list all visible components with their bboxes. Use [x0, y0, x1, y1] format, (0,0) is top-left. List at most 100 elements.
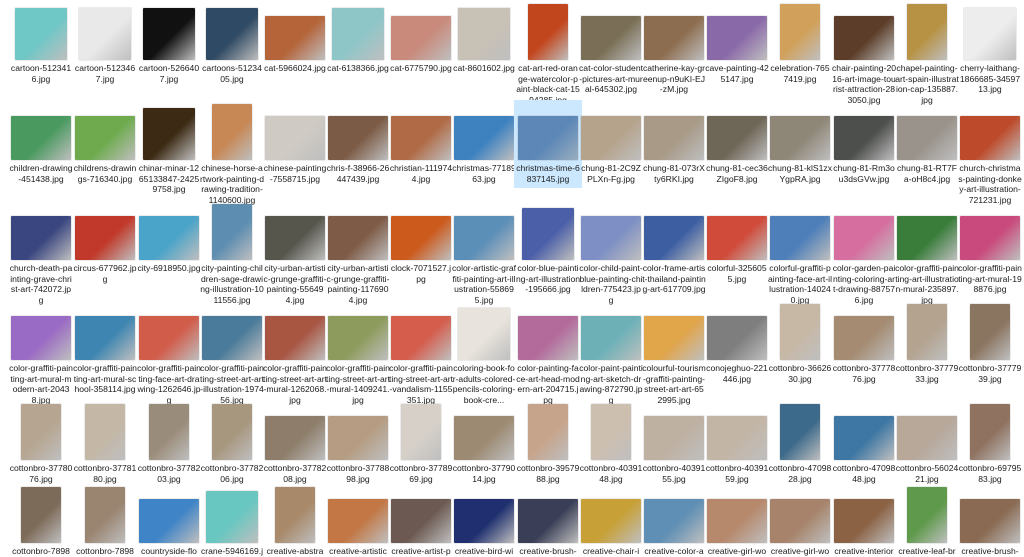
file-tile[interactable]: cottonbro-6979583.jpg	[959, 402, 1021, 498]
file-tile[interactable]: creative-interior	[833, 485, 895, 556]
file-thumbnail[interactable]	[581, 116, 641, 160]
file-thumbnail[interactable]	[212, 104, 252, 160]
file-tile[interactable]: cottonbro-3778203.jpg	[138, 402, 200, 498]
file-tile[interactable]: color-blue-painting-art-illustration-195…	[516, 202, 580, 298]
file-thumbnail[interactable]	[964, 8, 1016, 60]
file-tile[interactable]: cottonbro-5602421.jpg	[896, 402, 958, 498]
file-tile[interactable]: cat-color-student-pictures-art-mural-645…	[579, 2, 643, 98]
file-thumbnail[interactable]	[458, 8, 510, 60]
file-tile[interactable]: creative-girl-wo	[706, 485, 768, 556]
file-thumbnail[interactable]	[149, 404, 189, 460]
file-tile[interactable]: cottonbro-3777933.jpg	[896, 302, 958, 398]
file-thumbnail[interactable]	[960, 216, 1020, 260]
file-thumbnail[interactable]	[970, 404, 1010, 460]
file-tile[interactable]: color-graffiti-painting-art-mural-school…	[73, 302, 137, 398]
file-tile[interactable]: color-graffiti-painting-face-art-drawing…	[137, 302, 201, 405]
file-tile[interactable]: circus-677962.jpg	[73, 202, 137, 298]
file-tile[interactable]: chinar-minar-1265133847-24259758.jpg	[138, 102, 200, 198]
file-tile[interactable]: chair-painting-2016-art-image-tourist-at…	[832, 2, 896, 105]
file-tile[interactable]: creative-brush-	[959, 485, 1021, 556]
file-tile[interactable]: chinese-horse-artwork-painting-drawing-t…	[200, 102, 264, 205]
file-thumbnail[interactable]	[522, 208, 574, 260]
file-thumbnail[interactable]	[391, 216, 451, 260]
file-thumbnail[interactable]	[960, 116, 1020, 160]
file-thumbnail[interactable]	[79, 8, 131, 60]
file-tile[interactable]: cottonbro-3662630.jpg	[769, 302, 831, 398]
file-tile[interactable]: city-6918950.jpg	[137, 202, 201, 298]
file-tile[interactable]: creative-leaf-br	[896, 485, 958, 556]
file-thumbnail[interactable]	[139, 316, 199, 360]
file-thumbnail[interactable]	[834, 416, 894, 460]
file-thumbnail[interactable]	[581, 16, 641, 60]
file-thumbnail[interactable]	[265, 116, 325, 160]
file-thumbnail[interactable]	[139, 216, 199, 260]
file-thumbnail[interactable]	[581, 499, 641, 543]
file-thumbnail[interactable]	[834, 216, 894, 260]
file-thumbnail[interactable]	[143, 108, 195, 160]
file-thumbnail[interactable]	[328, 116, 388, 160]
file-tile[interactable]: creative-chair-i	[580, 485, 642, 556]
file-tile[interactable]: creative-abstra	[264, 485, 326, 556]
file-thumbnail[interactable]	[75, 116, 135, 160]
file-tile[interactable]: cottonbro-3778208.jpg	[264, 402, 326, 498]
file-tile[interactable]: church-christmas-painting-donkey-art-ill…	[958, 102, 1022, 205]
file-tile[interactable]: color-graffiti-painting-art-mural-198876…	[958, 202, 1022, 298]
file-tile[interactable]: clock-7071527.jpg	[390, 202, 452, 298]
file-tile[interactable]: cat-6138366.jpg	[327, 2, 389, 98]
file-tile[interactable]: cottonbro-3778206.jpg	[201, 402, 263, 498]
file-tile[interactable]: colorful-graffiti-painting-face-art-illu…	[768, 202, 832, 305]
file-tile[interactable]: cottonbro-4709848.jpg	[833, 402, 895, 498]
file-tile[interactable]: cottonbro-3777876.jpg	[833, 302, 895, 398]
file-tile[interactable]: creative-artistic	[327, 485, 389, 556]
file-thumbnail[interactable]	[834, 116, 894, 160]
file-tile[interactable]: color-artistic-graffiti-painting-art-ill…	[452, 202, 516, 305]
file-thumbnail[interactable]	[206, 8, 258, 60]
file-thumbnail[interactable]	[328, 416, 388, 460]
file-thumbnail[interactable]	[518, 316, 578, 360]
file-thumbnail[interactable]	[21, 487, 61, 543]
file-thumbnail[interactable]	[707, 416, 767, 460]
file-thumbnail[interactable]	[265, 16, 325, 60]
file-tile[interactable]: chapel-painting-art-spain-illustration-c…	[895, 2, 959, 105]
file-thumbnail[interactable]	[644, 416, 704, 460]
file-tile[interactable]: creative-artist-p	[390, 485, 452, 556]
file-tile[interactable]: color-frame-artist-thailand-painting-art…	[642, 202, 706, 298]
file-thumbnail[interactable]	[75, 216, 135, 260]
file-tile[interactable]: cottonbro-3778898.jpg	[327, 402, 389, 498]
file-thumbnail[interactable]	[897, 116, 957, 160]
file-thumbnail[interactable]	[960, 499, 1020, 543]
file-tile[interactable]: catherine-kay-greenup-n9uKI-EJ-zM.jpg	[643, 2, 705, 98]
file-thumbnail[interactable]	[834, 316, 894, 360]
file-tile[interactable]: creative-brush-	[517, 485, 579, 556]
file-thumbnail[interactable]	[265, 316, 325, 360]
file-thumbnail[interactable]	[644, 499, 704, 543]
file-thumbnail[interactable]	[391, 499, 451, 543]
file-thumbnail[interactable]	[897, 416, 957, 460]
file-tile[interactable]: cottonbro-4039148.jpg	[580, 402, 642, 498]
file-thumbnail[interactable]	[707, 316, 767, 360]
file-tile[interactable]: cartoon-5123416.jpg	[10, 2, 72, 98]
file-thumbnail[interactable]	[275, 487, 315, 543]
file-tile[interactable]: countryside-flo	[138, 485, 200, 556]
file-tile[interactable]: colourful-tourism-graffiti-painting-stre…	[642, 302, 706, 405]
file-thumbnail[interactable]	[11, 216, 71, 260]
file-thumbnail[interactable]	[581, 216, 641, 260]
file-thumbnail[interactable]	[332, 8, 384, 60]
file-tile[interactable]: color-graffiti-painting-art-mural-modern…	[9, 302, 73, 405]
file-thumbnail[interactable]	[707, 216, 767, 260]
file-thumbnail[interactable]	[780, 4, 820, 60]
file-tile[interactable]: cottonbro-3777939.jpg	[959, 302, 1021, 398]
file-thumbnail[interactable]	[206, 491, 258, 543]
file-tile[interactable]: cottonbro-3778969.jpg	[390, 402, 452, 498]
file-tile[interactable]: cat-8601602.jpg	[453, 2, 515, 98]
file-tile[interactable]: christmas-7718963.jpg	[452, 102, 516, 198]
file-thumbnail[interactable]	[907, 4, 947, 60]
file-thumbnail[interactable]	[970, 304, 1010, 360]
file-thumbnail[interactable]	[707, 116, 767, 160]
file-tile[interactable]: childrens-drawings-716340.jpg	[74, 102, 136, 198]
file-thumbnail[interactable]	[644, 316, 704, 360]
file-tile[interactable]: chung-81-klS1zxYgpRA.jpg	[768, 102, 832, 198]
file-thumbnail[interactable]	[897, 216, 957, 260]
file-thumbnail[interactable]	[454, 499, 514, 543]
file-tile[interactable]: chung-81-cec36ZIgoF8.jpg	[706, 102, 768, 198]
